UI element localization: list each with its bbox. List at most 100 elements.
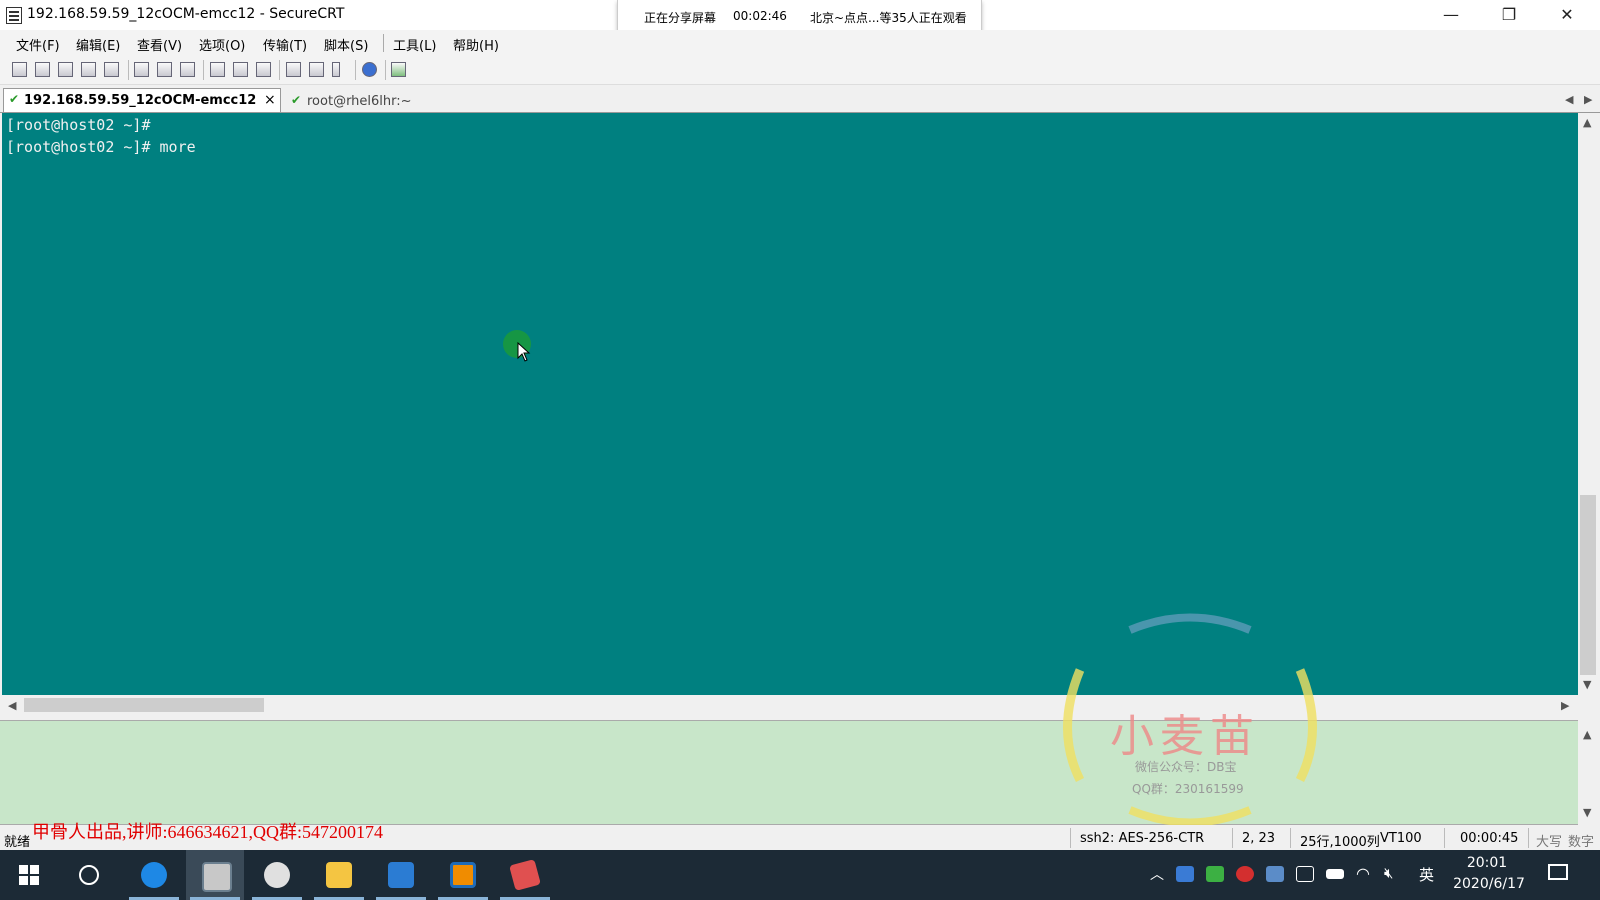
share-status: 正在分享屏幕 bbox=[644, 11, 717, 25]
watermark-wechat: 微信公众号：DB宝 bbox=[1135, 760, 1237, 774]
taskbar-app-notes[interactable] bbox=[496, 850, 554, 900]
scroll-left-icon[interactable]: ◀ bbox=[8, 699, 16, 712]
tab-session-rhel6lhr[interactable]: ✔ root@rhel6lhr:~ bbox=[282, 90, 422, 112]
global-options-icon[interactable] bbox=[309, 62, 324, 77]
menu-bar: 文件(F) 编辑(E) 查看(V) 选项(O) 传输(T) 脚本(S) 工具(L… bbox=[0, 30, 1600, 56]
start-button[interactable] bbox=[0, 850, 58, 900]
status-caps-lock: 大写 bbox=[1536, 835, 1563, 850]
input-method-indicator[interactable]: 英 bbox=[1419, 864, 1434, 885]
status-divider bbox=[1070, 828, 1071, 848]
taskbar-app-explorer[interactable] bbox=[310, 850, 368, 900]
sftp-icon[interactable] bbox=[391, 62, 406, 77]
tab-close-icon[interactable]: × bbox=[264, 92, 276, 108]
cmd-scroll-up-icon[interactable]: ▲ bbox=[1583, 728, 1591, 741]
status-divider bbox=[1290, 828, 1291, 848]
toolbar-separator bbox=[128, 60, 129, 80]
restore-button[interactable]: ❐ bbox=[1486, 0, 1532, 30]
find-icon[interactable] bbox=[180, 62, 195, 77]
quick-connect-icon[interactable] bbox=[35, 62, 50, 77]
tab-scroll-left-icon[interactable]: ◀ bbox=[1565, 93, 1573, 106]
print-icon[interactable] bbox=[210, 62, 225, 77]
toolbar-separator bbox=[203, 60, 204, 80]
status-divider bbox=[1232, 828, 1233, 848]
status-cursor-position: 2, 23 bbox=[1242, 831, 1276, 846]
cmd-scroll-down-icon[interactable]: ▼ bbox=[1583, 806, 1591, 819]
toolbar-separator bbox=[279, 60, 280, 80]
tab-label: root@rhel6lhr:~ bbox=[307, 94, 412, 109]
status-cipher: ssh2: AES-256-CTR bbox=[1080, 831, 1205, 846]
print-selection-icon[interactable] bbox=[233, 62, 248, 77]
connected-check-icon: ✔ bbox=[9, 92, 20, 106]
scroll-down-icon[interactable]: ▼ bbox=[1583, 678, 1591, 691]
key-icon[interactable] bbox=[332, 62, 340, 77]
screenshot-tool-icon bbox=[264, 862, 290, 888]
tray-security-icon[interactable] bbox=[1296, 866, 1314, 882]
menu-transfer[interactable]: 传输(T) bbox=[263, 35, 307, 54]
terminal-line: [root@host02 ~]# more bbox=[6, 138, 196, 156]
menu-separator bbox=[383, 34, 384, 52]
taskbar-app-screenshot[interactable] bbox=[248, 850, 306, 900]
notes-icon bbox=[509, 859, 541, 891]
connect-icon[interactable] bbox=[12, 62, 27, 77]
search-circle-icon bbox=[79, 865, 99, 885]
volume-muted-icon[interactable]: 🔇︎ bbox=[1384, 864, 1393, 882]
taskbar-app-securecrt[interactable] bbox=[186, 850, 244, 900]
tab-session-emcc12[interactable]: ✔ 192.168.59.59_12cOCM-emcc12 × bbox=[3, 88, 281, 112]
show-hidden-icons-icon[interactable]: ︿ bbox=[1150, 864, 1164, 884]
tray-wechat-icon[interactable] bbox=[1206, 866, 1224, 882]
vmware-icon bbox=[450, 862, 476, 888]
wifi-icon[interactable]: ◠ bbox=[1356, 864, 1370, 883]
securecrt-icon bbox=[202, 862, 232, 892]
screen-share-banner: 正在分享屏幕 00:02:46 北京~点点...等35人正在观看 bbox=[617, 0, 982, 33]
securecrt-app-icon[interactable] bbox=[6, 7, 22, 24]
tab-label: 192.168.59.59_12cOCM-emcc12 bbox=[24, 93, 257, 108]
share-viewers[interactable]: 北京~点点...等35人正在观看 bbox=[810, 9, 967, 26]
watermark-qq: QQ群：230161599 bbox=[1132, 782, 1244, 796]
taskbar-app-word[interactable] bbox=[372, 850, 430, 900]
menu-options[interactable]: 选项(O) bbox=[199, 35, 245, 54]
menu-file[interactable]: 文件(F) bbox=[16, 35, 60, 54]
close-button[interactable]: ✕ bbox=[1544, 0, 1590, 30]
menu-script[interactable]: 脚本(S) bbox=[324, 35, 368, 54]
status-ready: 就绪 bbox=[4, 835, 31, 850]
horizontal-scroll-thumb[interactable] bbox=[24, 698, 264, 712]
watermark-brand: 小麦苗 bbox=[1110, 712, 1260, 761]
taskbar: ︿ ◠ 🔇︎ 英 bbox=[0, 850, 1600, 900]
connected-check-icon: ✔ bbox=[291, 93, 302, 107]
status-num-lock: 数字 bbox=[1568, 835, 1595, 850]
print-setup-icon[interactable] bbox=[256, 62, 271, 77]
search-button[interactable] bbox=[60, 850, 118, 900]
menu-edit[interactable]: 编辑(E) bbox=[76, 35, 120, 54]
disconnect-icon[interactable] bbox=[104, 62, 119, 77]
tab-scroll-right-icon[interactable]: ▶ bbox=[1584, 93, 1592, 106]
menu-help[interactable]: 帮助(H) bbox=[453, 35, 499, 54]
status-terminal-size: 25行,1000列 bbox=[1300, 835, 1380, 850]
menu-tools[interactable]: 工具(L) bbox=[393, 35, 436, 54]
copy-icon[interactable] bbox=[134, 62, 149, 77]
word-icon bbox=[388, 862, 414, 888]
menu-view[interactable]: 查看(V) bbox=[137, 35, 182, 54]
paste-icon[interactable] bbox=[157, 62, 172, 77]
reconnect-icon[interactable] bbox=[81, 62, 96, 77]
tray-app-icon[interactable] bbox=[1176, 866, 1194, 882]
battery-icon[interactable] bbox=[1326, 869, 1344, 879]
tray-network-drive-icon[interactable] bbox=[1266, 866, 1284, 882]
help-icon[interactable] bbox=[362, 62, 377, 77]
overlay-caption: 甲骨人出品,讲师:646634621,QQ群:547200174 bbox=[32, 822, 383, 842]
connect-in-tab-icon[interactable] bbox=[58, 62, 73, 77]
minimize-button[interactable]: — bbox=[1428, 0, 1474, 30]
tray-qq-icon[interactable] bbox=[1236, 866, 1254, 882]
scroll-up-icon[interactable]: ▲ bbox=[1583, 116, 1591, 129]
clock-time[interactable]: 20:01 bbox=[1452, 855, 1522, 871]
taskbar-app-vmware[interactable] bbox=[434, 850, 492, 900]
scroll-right-icon[interactable]: ▶ bbox=[1561, 699, 1569, 712]
session-options-icon[interactable] bbox=[286, 62, 301, 77]
vertical-scroll-thumb[interactable] bbox=[1580, 495, 1596, 675]
share-timer: 00:02:46 bbox=[733, 9, 787, 23]
terminal-area[interactable]: [root@host02 ~]# [root@host02 ~]# more bbox=[2, 113, 1578, 695]
clock-date[interactable]: 2020/6/17 bbox=[1444, 876, 1534, 892]
command-window[interactable] bbox=[0, 720, 1578, 825]
taskbar-app-browser[interactable] bbox=[125, 850, 183, 900]
notification-center-icon[interactable] bbox=[1548, 864, 1568, 880]
status-terminal-type: VT100 bbox=[1380, 831, 1422, 846]
